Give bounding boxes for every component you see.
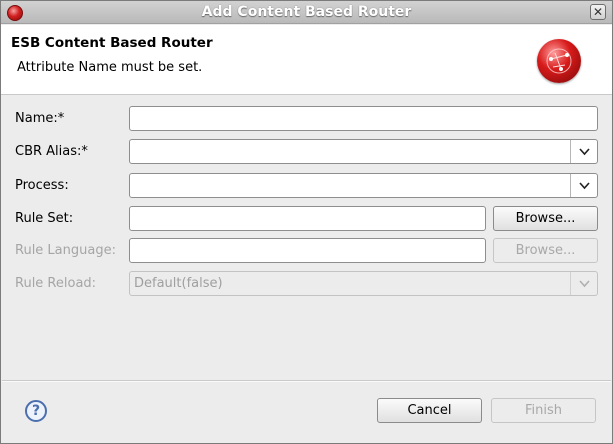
rule-set-label: Rule Set:	[15, 211, 74, 226]
help-icon[interactable]: ?	[25, 400, 47, 422]
page-title: ESB Content Based Router	[11, 35, 213, 51]
process-label: Process:	[15, 178, 69, 193]
dialog-window: Add Content Based Router ✕ ESB Content B…	[0, 0, 613, 444]
cancel-button[interactable]: Cancel	[377, 398, 482, 423]
rule-language-input[interactable]	[129, 238, 486, 263]
rule-language-browse-button[interactable]: Browse...	[493, 238, 598, 263]
rule-set-input[interactable]	[129, 206, 486, 231]
esb-router-sphere-icon	[537, 39, 581, 83]
chevron-down-icon	[579, 148, 590, 156]
footer-separator-highlight	[2, 381, 611, 382]
rule-set-browse-button[interactable]: Browse...	[493, 206, 598, 231]
process-dropdown-button[interactable]	[570, 174, 597, 197]
cbr-alias-dropdown-button[interactable]	[570, 140, 597, 163]
chevron-down-icon	[579, 280, 590, 288]
rule-reload-combo[interactable]: Default(false)	[129, 271, 598, 296]
window-title: Add Content Based Router	[201, 4, 412, 20]
close-icon[interactable]: ✕	[590, 4, 606, 20]
cbr-alias-combo[interactable]	[129, 139, 598, 164]
title-bar[interactable]: Add Content Based Router ✕	[1, 1, 612, 24]
finish-button[interactable]: Finish	[491, 398, 596, 423]
wizard-header: ESB Content Based Router Attribute Name …	[1, 25, 612, 95]
rule-language-label: Rule Language:	[15, 243, 116, 258]
rule-reload-label: Rule Reload:	[15, 276, 97, 291]
rule-reload-dropdown-button[interactable]	[570, 272, 597, 295]
validation-message: Attribute Name must be set.	[17, 60, 203, 75]
name-label: Name:*	[15, 111, 65, 126]
name-input[interactable]	[129, 106, 598, 131]
process-combo[interactable]	[129, 173, 598, 198]
cbr-alias-label: CBR Alias:*	[15, 144, 88, 159]
rule-reload-value: Default(false)	[134, 276, 223, 291]
chevron-down-icon	[579, 182, 590, 190]
